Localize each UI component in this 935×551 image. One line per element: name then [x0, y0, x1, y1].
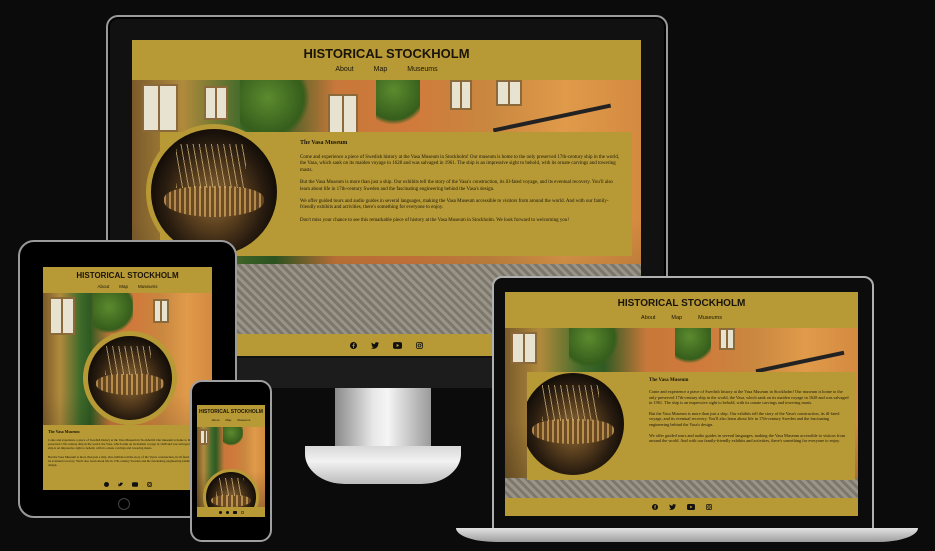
- site-nav: About Map Museums: [43, 284, 212, 289]
- site-title[interactable]: HISTORICAL STOCKHOLM: [43, 267, 212, 280]
- photo-ivy: [240, 80, 310, 140]
- facebook-icon[interactable]: [218, 510, 222, 514]
- twitter-icon[interactable]: [371, 341, 379, 349]
- instagram-icon[interactable]: [705, 504, 712, 510]
- photo-window: [450, 80, 472, 110]
- card-text: The Vasa Museum Come and experience a pi…: [649, 378, 849, 444]
- site-nav: About Map Museums: [505, 315, 858, 321]
- card-paragraph: Come and experience a piece of Swedish h…: [300, 155, 620, 173]
- youtube-icon[interactable]: [686, 504, 695, 510]
- vasa-ship-image: [83, 331, 177, 425]
- photo-awning: [492, 103, 612, 133]
- photo-awning: [755, 350, 845, 374]
- nav-link-about[interactable]: About: [97, 284, 109, 289]
- instagram-icon[interactable]: [240, 510, 244, 514]
- photo-window: [511, 332, 537, 364]
- youtube-icon[interactable]: [131, 481, 138, 487]
- nav-link-museums[interactable]: Museums: [407, 66, 437, 73]
- photo-window: [719, 328, 735, 350]
- photo-street: [505, 478, 858, 498]
- facebook-icon[interactable]: [350, 341, 357, 349]
- nav-link-map[interactable]: Map: [671, 315, 682, 321]
- card-paragraph: Come and experience a piece of Swedish h…: [649, 389, 849, 406]
- nav-link-museums[interactable]: Museums: [698, 315, 722, 321]
- photo-window: [153, 299, 169, 323]
- site-nav: About Map Museums: [132, 66, 641, 73]
- nav-link-map[interactable]: Map: [119, 284, 128, 289]
- twitter-icon[interactable]: [117, 482, 123, 487]
- phone-site-screen: HISTORICAL STOCKHOLM About Map Museums: [197, 405, 265, 517]
- nav-link-museums[interactable]: Museums: [138, 284, 158, 289]
- facebook-icon[interactable]: [103, 481, 109, 487]
- photo-window: [496, 80, 522, 106]
- youtube-icon[interactable]: [393, 341, 402, 349]
- photo-window: [142, 84, 178, 132]
- card-paragraph: Don't miss your chance to see this remar…: [300, 217, 570, 223]
- photo-window: [204, 86, 228, 120]
- laptop-base: [456, 528, 918, 542]
- photo-ivy: [569, 328, 619, 368]
- card-heading: The Vasa Museum: [300, 140, 348, 146]
- card-paragraph: We offer guided tours and audio guides i…: [300, 199, 609, 211]
- nav-link-museums[interactable]: Museums: [237, 418, 250, 422]
- museum-card: The Vasa Museum Come and experience a pi…: [527, 372, 855, 480]
- site-title[interactable]: HISTORICAL STOCKHOLM: [197, 405, 265, 415]
- site-title[interactable]: HISTORICAL STOCKHOLM: [132, 40, 641, 61]
- site-header: HISTORICAL STOCKHOLM About Map Museums: [505, 292, 858, 328]
- museum-card: The Vasa Museum Come and experience a pi…: [146, 124, 632, 260]
- photo-ivy: [223, 427, 243, 447]
- monitor-stand-neck: [335, 388, 431, 448]
- twitter-icon[interactable]: [668, 504, 676, 510]
- site-header: HISTORICAL STOCKHOLM About Map Museums: [43, 267, 212, 293]
- facebook-icon[interactable]: [651, 504, 658, 510]
- nav-link-about[interactable]: About: [641, 315, 655, 321]
- photo-window: [328, 94, 358, 134]
- photo-window: [49, 297, 75, 335]
- twitter-icon[interactable]: [225, 510, 229, 514]
- youtube-icon[interactable]: [232, 510, 237, 514]
- nav-link-about[interactable]: About: [212, 418, 220, 422]
- card-paragraph: But the Vasa Museum is more than just a …: [649, 410, 840, 427]
- instagram-icon[interactable]: [416, 341, 423, 349]
- laptop-site-screen: HISTORICAL STOCKHOLM About Map Museums T…: [505, 292, 858, 516]
- card-text: The Vasa Museum Come and experience a pi…: [300, 140, 620, 224]
- card-paragraph: We offer guided tours and audio guides i…: [649, 432, 846, 444]
- tablet-site-screen: HISTORICAL STOCKHOLM About Map Museums T…: [43, 267, 212, 490]
- photo-ivy: [675, 328, 711, 368]
- site-title[interactable]: HISTORICAL STOCKHOLM: [505, 292, 858, 309]
- site-header: HISTORICAL STOCKHOLM About Map Museums: [197, 405, 265, 427]
- museum-card: The Vasa Museum Come and experience a pi…: [43, 425, 212, 481]
- site-nav: About Map Museums: [197, 418, 265, 422]
- card-paragraph: But the Vasa Museum is more than just a …: [48, 454, 206, 468]
- photo-ivy: [376, 80, 420, 132]
- site-footer: [505, 498, 858, 516]
- instagram-icon[interactable]: [146, 481, 152, 487]
- monitor-stand-base: [305, 446, 461, 484]
- vasa-ship-image: [527, 372, 629, 480]
- card-paragraph: Come and experience a piece of Swedish h…: [48, 438, 207, 451]
- nav-link-about[interactable]: About: [335, 66, 353, 73]
- site-header: HISTORICAL STOCKHOLM About Map Museums: [132, 40, 641, 80]
- card-paragraph: But the Vasa Museum is more than just a …: [300, 180, 613, 192]
- site-footer: [197, 507, 265, 517]
- nav-link-map[interactable]: Map: [225, 418, 231, 422]
- nav-link-map[interactable]: Map: [374, 66, 388, 73]
- photo-window: [199, 429, 209, 445]
- tablet-home-button: [118, 498, 130, 510]
- card-heading: The Vasa Museum: [48, 429, 80, 434]
- card-heading: The Vasa Museum: [649, 378, 689, 383]
- site-footer: [43, 478, 212, 490]
